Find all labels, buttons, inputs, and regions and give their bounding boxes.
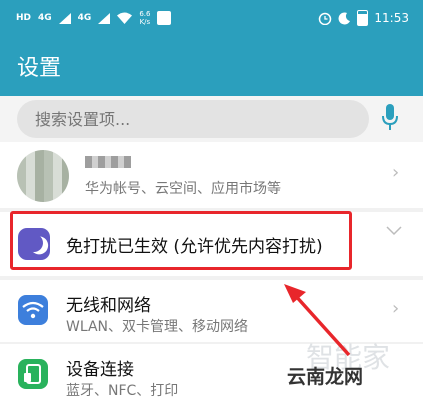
annotation-arrow (284, 284, 351, 357)
